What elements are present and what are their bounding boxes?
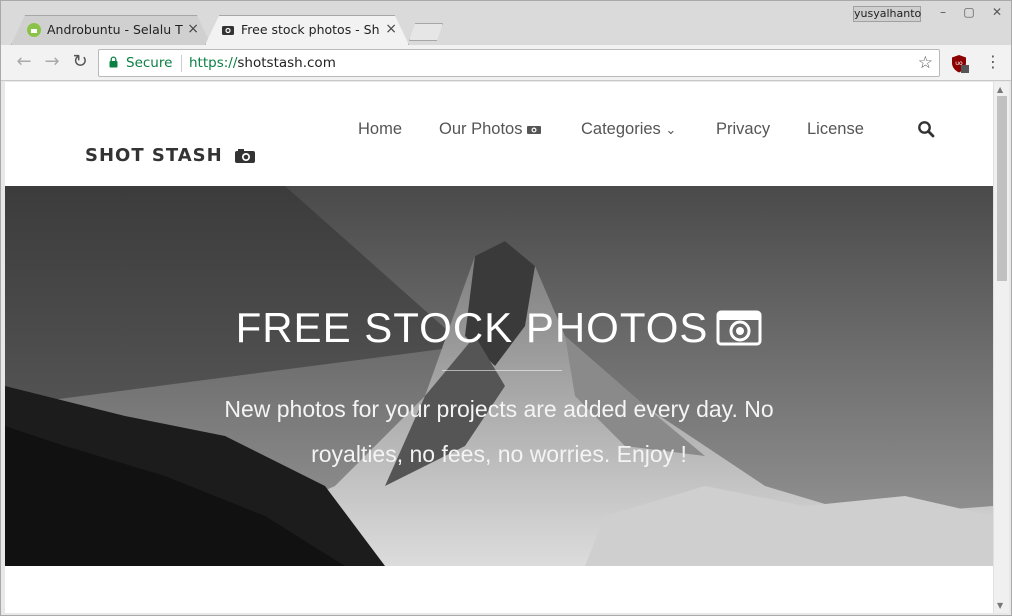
- tab-title: Androbuntu - Selalu T: [47, 22, 183, 37]
- nav-categories-label: Categories: [581, 120, 661, 138]
- hero-banner: FREE STOCK PHOTOS New photos for your pr…: [5, 186, 993, 566]
- chevron-down-icon: ⌄: [665, 122, 677, 137]
- hero-subtitle: New photos for your projects are added e…: [224, 396, 774, 467]
- tab-title: Free stock photos - Sh: [241, 22, 380, 37]
- page-content-start: [5, 566, 993, 613]
- camera-icon: [527, 126, 542, 135]
- nav-license[interactable]: License: [807, 120, 864, 139]
- camera-icon: [716, 310, 762, 346]
- nav-our-photos[interactable]: Our Photos: [439, 120, 542, 139]
- url-text[interactable]: https://shotstash.com: [189, 55, 336, 71]
- shotstash-favicon-icon: [222, 26, 234, 35]
- browser-window: Androbuntu - Selalu T × Free stock photo…: [0, 0, 1012, 616]
- site-header: SHOT STASH Home Our Photos Categories ⌄ …: [5, 82, 993, 186]
- scroll-down-icon[interactable]: ▼: [997, 601, 1003, 610]
- site-logo[interactable]: SHOT STASH: [85, 145, 223, 166]
- security-label: Secure: [126, 55, 173, 71]
- new-tab-button[interactable]: [409, 23, 443, 41]
- minimize-icon[interactable]: –: [931, 5, 955, 19]
- nav-categories[interactable]: Categories ⌄: [581, 120, 676, 139]
- url-scheme: https://: [189, 55, 238, 71]
- url-host: shotstash.com: [237, 55, 336, 71]
- search-icon[interactable]: [917, 120, 935, 138]
- scroll-up-icon[interactable]: ▲: [997, 85, 1003, 94]
- forward-arrow-icon[interactable]: →: [41, 52, 63, 74]
- hero-divider: [442, 370, 562, 371]
- camera-icon: [235, 149, 255, 163]
- maximize-icon[interactable]: ▢: [957, 5, 981, 19]
- kebab-menu-icon[interactable]: ⋮: [985, 53, 1001, 73]
- reload-icon[interactable]: ↻: [69, 52, 91, 74]
- androbuntu-favicon-icon: [27, 23, 41, 37]
- ublock-shield-icon[interactable]: uo: [950, 54, 970, 74]
- profile-button[interactable]: yusyalhanto: [853, 6, 921, 22]
- page-viewport: SHOT STASH Home Our Photos Categories ⌄ …: [5, 82, 993, 613]
- back-arrow-icon[interactable]: ←: [13, 52, 35, 74]
- hero-title: FREE STOCK PHOTOS: [5, 304, 993, 352]
- scrollbar-thumb[interactable]: [997, 96, 1007, 281]
- lock-icon: [109, 56, 118, 68]
- hero-title-text: FREE STOCK PHOTOS: [235, 304, 709, 351]
- tab-close-icon[interactable]: ×: [385, 21, 397, 37]
- tab-close-icon[interactable]: ×: [187, 21, 199, 37]
- tab-shotstash[interactable]: Free stock photos - Sh ×: [205, 15, 409, 45]
- page-scrollbar[interactable]: ▲ ▼: [993, 82, 1009, 613]
- tab-strip: Androbuntu - Selalu T × Free stock photo…: [1, 1, 1011, 45]
- nav-home[interactable]: Home: [358, 120, 402, 139]
- nav-our-photos-label: Our Photos: [439, 120, 523, 138]
- address-divider: [181, 55, 182, 72]
- window-close-icon[interactable]: ✕: [985, 5, 1009, 19]
- bookmark-star-icon[interactable]: ☆: [918, 53, 933, 73]
- address-bar[interactable]: Secure https://shotstash.com ☆: [98, 49, 940, 77]
- browser-toolbar: ← → ↻ Secure https://shotstash.com ☆ uo …: [1, 45, 1011, 81]
- tab-androbuntu[interactable]: Androbuntu - Selalu T ×: [11, 15, 211, 45]
- nav-privacy[interactable]: Privacy: [716, 120, 770, 139]
- hero-mountain-image: [5, 186, 993, 566]
